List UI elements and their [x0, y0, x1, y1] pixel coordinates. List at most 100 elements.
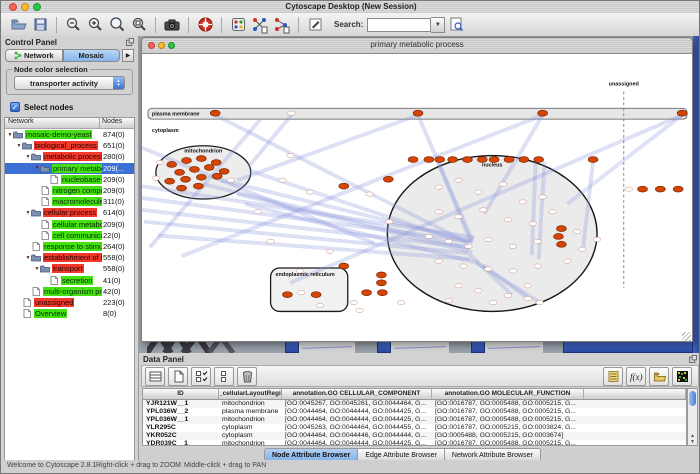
graph-node-unselected[interactable]: [625, 187, 633, 191]
network-tree-row[interactable]: ▼cellular process614(0): [5, 207, 134, 218]
snapshot-button[interactable]: [162, 15, 182, 35]
graph-node-unselected[interactable]: [298, 291, 306, 295]
unselect-attributes-button[interactable]: [214, 367, 234, 386]
graph-node-unselected[interactable]: [288, 111, 296, 115]
graph-node-unselected[interactable]: [455, 284, 463, 288]
graph-node-selected[interactable]: [311, 292, 321, 298]
zoom-fit-button[interactable]: [107, 15, 127, 35]
network-canvas[interactable]: plasma membranecytoplasmmitochondrionnuc…: [142, 54, 692, 342]
more-tabs-button[interactable]: ▶: [122, 49, 134, 62]
select-attributes-button[interactable]: [191, 367, 211, 386]
graph-node-selected[interactable]: [408, 157, 418, 163]
graph-node-unselected[interactable]: [573, 229, 581, 233]
network-view-titlebar[interactable]: primary metabolic process: [142, 38, 692, 54]
help-button[interactable]: [195, 15, 215, 35]
attribute-table-row[interactable]: YDR039C__1mitochondrion[GO:0044464, GO:0…: [143, 440, 686, 446]
graph-node-selected[interactable]: [282, 292, 292, 298]
scrollbar-thumb[interactable]: [689, 391, 696, 406]
graph-node-selected[interactable]: [504, 157, 514, 163]
enhanced-search-button[interactable]: [446, 15, 466, 35]
search-dropdown-button[interactable]: ▼: [431, 17, 445, 33]
graph-node-selected[interactable]: [424, 157, 434, 163]
search-input[interactable]: [367, 18, 431, 32]
graph-node-unselected[interactable]: [534, 239, 542, 243]
network-tree-row[interactable]: ▼biological_process651(0): [5, 140, 134, 151]
float-panel-icon[interactable]: [126, 38, 134, 46]
graph-node-unselected[interactable]: [435, 185, 443, 189]
graph-node-selected[interactable]: [435, 157, 445, 163]
graph-node-unselected[interactable]: [279, 178, 287, 182]
graph-node-unselected[interactable]: [397, 300, 405, 304]
hidden-window-fragment[interactable]: [285, 341, 299, 353]
graph-node-selected[interactable]: [193, 183, 203, 189]
graph-node-unselected[interactable]: [504, 293, 512, 297]
graph-node-unselected[interactable]: [549, 210, 557, 214]
graph-node-selected[interactable]: [167, 162, 177, 168]
import-attributes-button[interactable]: [649, 367, 669, 386]
graph-node-unselected[interactable]: [504, 218, 512, 222]
graph-node-unselected[interactable]: [425, 234, 433, 238]
network-graph[interactable]: plasma membranecytoplasmmitochondrionnuc…: [142, 54, 692, 342]
network-tree-row[interactable]: multi-organism pro42(0): [5, 286, 134, 297]
graph-node-selected[interactable]: [383, 176, 393, 182]
graph-node-selected[interactable]: [588, 157, 598, 163]
network-tree-row[interactable]: nitrogen compo209(0): [5, 185, 134, 196]
graph-node-unselected[interactable]: [435, 210, 443, 214]
graph-node-selected[interactable]: [165, 178, 175, 184]
hidden-window-fragment[interactable]: [391, 341, 449, 353]
graph-node-unselected[interactable]: [480, 208, 488, 212]
graph-node-unselected[interactable]: [267, 239, 275, 243]
graph-node-selected[interactable]: [182, 158, 192, 164]
graph-node-selected[interactable]: [189, 166, 199, 172]
tree-column-nodes[interactable]: Nodes: [99, 118, 134, 128]
graph-node-unselected[interactable]: [306, 190, 314, 194]
graph-node-unselected[interactable]: [484, 267, 492, 271]
graph-node-unselected[interactable]: [578, 247, 586, 251]
hidden-window-fragment[interactable]: [471, 341, 485, 353]
network-tree-row[interactable]: ▼establishment of lo558(0): [5, 252, 134, 263]
network-tree-row[interactable]: secretion41(0): [5, 274, 134, 285]
graph-node-selected[interactable]: [204, 164, 214, 170]
graph-node-unselected[interactable]: [227, 178, 235, 182]
resize-grip[interactable]: [682, 332, 691, 341]
column-header-region[interactable]: _cellularLayoutRegion: [219, 389, 282, 399]
graph-node-unselected[interactable]: [475, 289, 483, 293]
graph-node-unselected[interactable]: [465, 244, 473, 248]
hidden-window-fragment[interactable]: [563, 341, 693, 353]
graph-node-selected[interactable]: [377, 290, 387, 296]
graph-node-selected[interactable]: [196, 156, 206, 162]
delete-attribute-button[interactable]: [237, 367, 257, 386]
graph-node-selected[interactable]: [376, 280, 386, 286]
network-tree-row[interactable]: ▼mosaic-demo-yeast874(0): [5, 129, 134, 140]
graph-node-selected[interactable]: [211, 160, 221, 166]
graph-node-selected[interactable]: [376, 272, 386, 278]
graph-node-selected[interactable]: [177, 185, 187, 191]
scrollbar-arrows[interactable]: ▲▼: [688, 433, 697, 445]
attribute-table-row[interactable]: YLR295Ccytoplasm[GO:0045263, GO:0044464,…: [143, 424, 686, 432]
zoom-in-button[interactable]: [85, 15, 105, 35]
column-header-molecular-function[interactable]: annotation.GO MOLECULAR_FUNCTION: [432, 389, 584, 399]
attribute-table-row[interactable]: YPL036W__1mitochondrion[GO:0044464, GO:0…: [143, 416, 686, 424]
network-tree-row[interactable]: ▼transport558(0): [5, 263, 134, 274]
graph-node-unselected[interactable]: [534, 264, 542, 268]
graph-node-selected[interactable]: [556, 241, 566, 247]
zoom-selected-button[interactable]: [129, 15, 149, 35]
tab-mosaic[interactable]: Mosaic: [63, 49, 121, 62]
graph-node-selected[interactable]: [534, 157, 544, 163]
graph-node-unselected[interactable]: [519, 200, 527, 204]
attribute-table-row[interactable]: YPL036W__2plasma membrane[GO:0044464, GO…: [143, 408, 686, 416]
network-tree-row[interactable]: unassigned223(0): [5, 297, 134, 308]
graph-node-unselected[interactable]: [356, 308, 364, 312]
graph-node-selected[interactable]: [339, 263, 349, 269]
graph-node-selected[interactable]: [181, 176, 191, 182]
graph-node-unselected[interactable]: [316, 303, 324, 307]
float-panel-icon[interactable]: [689, 355, 697, 363]
hidden-window-fragment[interactable]: [485, 341, 543, 353]
graph-node-selected[interactable]: [210, 110, 220, 116]
tree-column-network[interactable]: Network: [5, 118, 99, 128]
open-file-button[interactable]: [8, 15, 28, 35]
graph-node-selected[interactable]: [673, 186, 683, 192]
zoom-out-button[interactable]: [63, 15, 83, 35]
vizmapper-button[interactable]: [228, 15, 248, 35]
hidden-window-fragment[interactable]: [377, 341, 391, 353]
